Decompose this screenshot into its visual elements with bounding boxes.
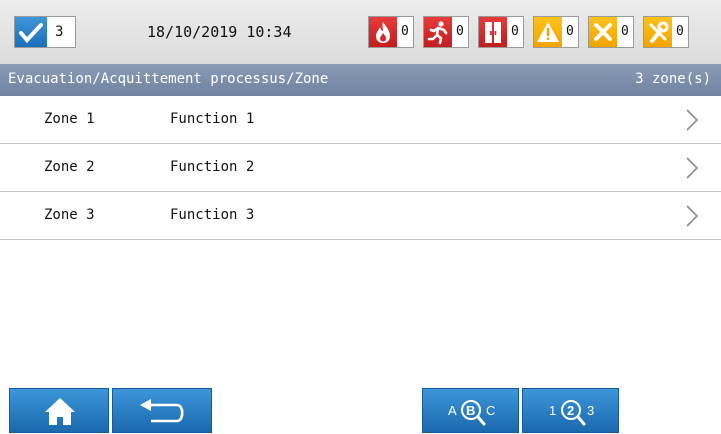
door-icon	[479, 17, 507, 47]
zone-name: Zone 1	[44, 111, 95, 127]
home-button[interactable]	[9, 388, 109, 433]
running-man-icon	[424, 17, 452, 47]
zone-row[interactable]: Zone 3 Function 3	[0, 192, 721, 240]
chevron-right-icon	[686, 109, 699, 131]
evacuation-alarm-counter[interactable]: 0	[423, 16, 469, 48]
home-icon	[45, 398, 75, 425]
numeric-search-icon: 1 2 3	[549, 400, 594, 426]
fault-count: 0	[621, 24, 629, 39]
maintenance-count: 0	[676, 24, 684, 39]
alpha-search-icon: A B C	[448, 400, 495, 426]
sort-alphabetical-button[interactable]: A B C	[422, 388, 519, 433]
back-arrow-icon	[140, 399, 184, 423]
date-time: 18/10/2019 10:34	[147, 23, 292, 41]
sort-alpha-left: A	[448, 403, 457, 418]
warning-count: 0	[566, 24, 574, 39]
door-alarm-counter[interactable]: 0	[478, 16, 524, 48]
bottom-nav-bar: A B C 1 2 3	[0, 386, 721, 433]
wrench-icon	[644, 17, 672, 47]
zone-function: Function 2	[170, 159, 255, 175]
chevron-right-icon	[686, 157, 699, 179]
sort-alpha-right: C	[486, 403, 495, 418]
status-bar: 3 18/10/2019 10:34 0 0 0 0 0 0	[0, 0, 721, 64]
fire-icon	[369, 17, 397, 47]
zone-name: Zone 2	[44, 159, 95, 175]
fault-alarm-counter[interactable]: 0	[588, 16, 634, 48]
sort-numeric-button[interactable]: 1 2 3	[522, 388, 619, 433]
zone-count: 3 zone(s)	[635, 71, 711, 87]
chevron-right-icon	[686, 205, 699, 227]
sort-numeric-right: 3	[587, 403, 594, 418]
breadcrumb-bar: Evacuation/Acquittement processus/Zone 3…	[0, 64, 721, 96]
fault-cross-icon	[589, 17, 617, 47]
sort-numeric-left: 1	[549, 403, 556, 418]
zone-function: Function 1	[170, 111, 255, 127]
warning-icon	[534, 17, 562, 47]
zone-function: Function 3	[170, 207, 255, 223]
breadcrumb: Evacuation/Acquittement processus/Zone	[8, 71, 329, 87]
zone-list: Zone 1 Function 1 Zone 2 Function 2 Zone…	[0, 96, 721, 240]
door-count: 0	[511, 24, 519, 39]
acknowledge-counter[interactable]: 3	[14, 16, 76, 48]
evacuation-count: 0	[456, 24, 464, 39]
sort-numeric-mid: 2	[567, 403, 574, 418]
zone-row[interactable]: Zone 2 Function 2	[0, 144, 721, 192]
checkmark-icon	[15, 17, 47, 47]
fire-count: 0	[401, 24, 409, 39]
zone-name: Zone 3	[44, 207, 95, 223]
zone-row[interactable]: Zone 1 Function 1	[0, 96, 721, 144]
sort-alpha-mid: B	[466, 403, 475, 418]
warning-alarm-counter[interactable]: 0	[533, 16, 579, 48]
ack-count: 3	[55, 24, 64, 40]
maintenance-alarm-counter[interactable]: 0	[643, 16, 689, 48]
fire-alarm-counter[interactable]: 0	[368, 16, 414, 48]
back-button[interactable]	[112, 388, 212, 433]
